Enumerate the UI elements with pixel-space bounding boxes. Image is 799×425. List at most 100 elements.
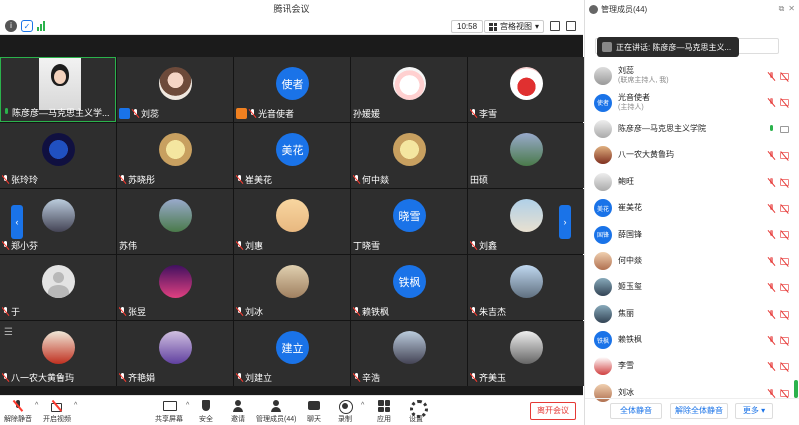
camera-off-icon[interactable] — [780, 363, 789, 371]
more-options-button[interactable]: 更多 ▾ — [735, 403, 773, 419]
camera-on-icon[interactable] — [780, 125, 789, 133]
member-row[interactable]: 国锋 薛国锋 — [585, 221, 795, 247]
control-bar: 解除静音 ^ 开启视频 ^ 共享屏幕 ^ 安全 邀请 管理成员(44) 聊天 录… — [0, 395, 583, 425]
video-tile[interactable]: 刘惠 — [234, 189, 350, 254]
share-screen-button[interactable]: 共享屏幕 — [155, 400, 183, 424]
member-row[interactable]: 八一农大黄鲁玙 — [585, 142, 795, 168]
video-tile[interactable]: 齐艳娟 — [117, 321, 233, 386]
microphone-muted-icon[interactable] — [768, 362, 775, 371]
member-row[interactable]: 使者 光音使者 (主持人) — [585, 89, 795, 115]
microphone-muted-icon[interactable] — [768, 335, 775, 345]
unmute-button[interactable]: 解除静音 — [4, 400, 32, 424]
video-tile[interactable]: 田硕 — [468, 123, 584, 188]
camera-off-icon[interactable] — [780, 73, 789, 80]
video-tile[interactable]: 何中燚 — [351, 123, 467, 188]
microphone-muted-icon[interactable] — [768, 203, 775, 213]
video-tile[interactable]: 李雪 — [468, 57, 584, 122]
invite-button[interactable]: 邀请 — [231, 400, 245, 424]
prev-page-arrow[interactable]: ‹ — [11, 205, 23, 239]
member-row[interactable]: 美花 崔美花 — [585, 195, 795, 221]
apps-button[interactable]: 应用 — [377, 400, 391, 424]
video-tile[interactable]: 辛浩 — [351, 321, 467, 386]
microphone-muted-icon[interactable] — [768, 283, 775, 292]
member-row[interactable]: 李雪 — [585, 353, 795, 379]
info-icon[interactable]: i — [5, 20, 17, 32]
share-options-chevron-icon[interactable]: ^ — [186, 402, 189, 409]
video-tile[interactable]: 张玲玲 — [0, 123, 116, 188]
start-video-button[interactable]: 开启视频 — [43, 400, 71, 424]
video-tile[interactable]: 刘冰 — [234, 255, 350, 320]
member-info: 刘冰 — [618, 388, 634, 398]
tile-menu-icon[interactable]: ☰ — [4, 327, 13, 338]
record-options-chevron-icon[interactable]: ^ — [361, 402, 364, 409]
next-page-arrow[interactable]: › — [559, 205, 571, 239]
video-tile[interactable]: 朱吉杰 — [468, 255, 584, 320]
microphone-muted-icon[interactable] — [768, 309, 775, 319]
member-row[interactable]: 铁枫 赖铁枫 — [585, 327, 795, 353]
avatar — [42, 199, 75, 232]
member-list: 刘蕊 (联席主持人, 我) 使者 光音使者 (主持人) 陈彦彦—马克思主义学院 八一农大黄鲁… — [585, 63, 795, 406]
video-tile[interactable]: 铁枫 赖铁枫 — [351, 255, 467, 320]
camera-off-icon[interactable] — [780, 257, 789, 265]
leave-meeting-button[interactable]: 离开会议 — [530, 402, 576, 420]
microphone-muted-icon[interactable] — [768, 177, 775, 187]
unmute-all-button[interactable]: 解除全体静音 — [670, 403, 728, 419]
microphone-muted-icon[interactable] — [768, 230, 775, 239]
camera-off-icon[interactable] — [780, 284, 789, 292]
video-tile[interactable]: 于 — [0, 255, 116, 320]
camera-off-icon[interactable] — [780, 99, 789, 107]
video-options-chevron-icon[interactable]: ^ — [74, 402, 77, 409]
member-list-scrollbar[interactable] — [794, 380, 798, 398]
chat-button[interactable]: 聊天 — [307, 400, 321, 424]
member-row[interactable]: 焦丽 — [585, 301, 795, 327]
avatar — [393, 331, 426, 364]
camera-off-icon[interactable] — [780, 310, 789, 318]
settings-button[interactable]: 设置 — [409, 400, 428, 424]
member-row[interactable]: 陈彦彦—马克思主义学院 — [585, 116, 795, 142]
microphone-muted-icon[interactable] — [768, 256, 775, 266]
video-tile[interactable]: 孙媛媛 — [351, 57, 467, 122]
camera-off-icon[interactable] — [780, 231, 789, 239]
member-row[interactable]: 刘蕊 (联席主持人, 我) — [585, 63, 795, 89]
mic-options-chevron-icon[interactable]: ^ — [35, 402, 38, 409]
video-tile[interactable]: 苏伟 — [117, 189, 233, 254]
close-icon[interactable]: ✕ — [788, 4, 795, 14]
fullscreen-icon[interactable] — [550, 21, 560, 31]
microphone-muted-icon[interactable] — [768, 98, 775, 107]
microphone-active-icon[interactable] — [768, 124, 775, 134]
member-avatar — [594, 304, 612, 323]
camera-off-icon[interactable] — [780, 204, 789, 212]
microphone-muted-icon[interactable] — [768, 72, 775, 81]
camera-off-icon[interactable] — [780, 336, 789, 344]
popout-icon[interactable]: ⧉ — [779, 4, 785, 14]
video-tile[interactable]: 使者 光音使者 — [234, 57, 350, 122]
camera-off-icon[interactable] — [780, 178, 789, 186]
member-row[interactable]: 何中燚 — [585, 248, 795, 274]
camera-off-icon[interactable] — [780, 152, 789, 160]
signal-icon[interactable] — [37, 21, 47, 31]
security-button[interactable]: 安全 — [199, 400, 213, 424]
avatar: 晓雪 — [393, 199, 426, 232]
microphone-muted-icon[interactable] — [768, 151, 775, 160]
microphone-muted-icon — [12, 400, 24, 412]
manage-members-button[interactable]: 管理成员(44) — [256, 400, 296, 424]
member-row[interactable]: 鲍旺 — [585, 169, 795, 195]
mute-all-button[interactable]: 全体静音 — [610, 403, 662, 419]
member-row[interactable]: 姬玉玺 — [585, 274, 795, 300]
video-tile[interactable]: 张昱 — [117, 255, 233, 320]
camera-off-icon[interactable] — [780, 389, 789, 397]
sidebar-toggle-icon[interactable] — [566, 21, 576, 31]
video-tile[interactable]: 晓雪 丁晓雪 — [351, 189, 467, 254]
video-tile[interactable]: 刘蕊 — [117, 57, 233, 122]
video-tile[interactable]: ☰ 八一农大黄鲁玙 — [0, 321, 116, 386]
video-tile[interactable]: 齐美玉 — [468, 321, 584, 386]
record-button[interactable]: 录制 — [338, 400, 353, 424]
video-tile[interactable]: 美花 崔美花 — [234, 123, 350, 188]
participant-name: 辛浩 — [362, 373, 381, 383]
video-tile[interactable]: 陈彦彦—马克思主义学... — [0, 57, 116, 122]
shield-icon[interactable]: ✓ — [21, 20, 33, 32]
video-tile[interactable]: 苏晓彤 — [117, 123, 233, 188]
view-mode-button[interactable]: 宫格视图 ▾ — [484, 20, 545, 33]
microphone-muted-icon[interactable] — [768, 388, 775, 398]
video-tile[interactable]: 建立 刘建立 — [234, 321, 350, 386]
